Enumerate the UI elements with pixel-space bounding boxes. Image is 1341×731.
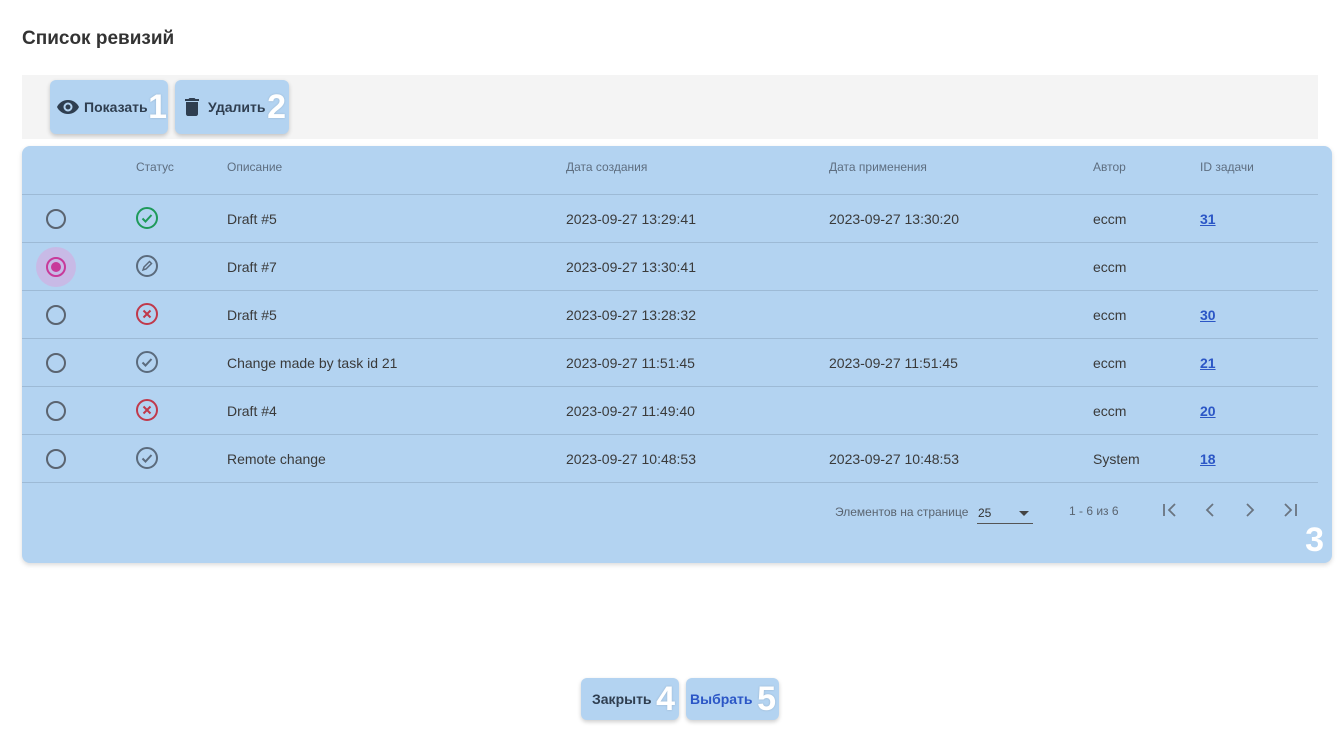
row-select-radio[interactable] <box>46 401 66 421</box>
cell-author: System <box>1093 451 1140 467</box>
page-size-select[interactable]: 25 <box>977 501 1033 524</box>
first-page-button[interactable] <box>1158 498 1182 522</box>
table-row[interactable]: Draft #5 2023-09-27 13:28:32 eccm 30 <box>22 291 1318 339</box>
marker-2: 2 <box>267 88 286 126</box>
table-row[interactable]: Draft #7 2023-09-27 13:30:41 eccm <box>22 243 1318 291</box>
task-id-link[interactable]: 31 <box>1200 211 1216 227</box>
last-page-button[interactable] <box>1278 498 1302 522</box>
column-header-task-id[interactable]: ID задачи <box>1200 160 1254 174</box>
table-row[interactable]: Draft #5 2023-09-27 13:29:41 2023-09-27 13… <box>22 195 1318 243</box>
next-page-button[interactable] <box>1238 498 1262 522</box>
page-range: 1 - 6 из 6 <box>1069 504 1119 518</box>
marker-3: 3 <box>1305 521 1324 559</box>
chevron-left-icon <box>1205 503 1214 517</box>
column-header-description[interactable]: Описание <box>227 160 282 174</box>
cell-description: Draft #5 <box>227 211 277 227</box>
delete-button[interactable]: Удалить 2 <box>175 80 289 134</box>
task-id-link[interactable]: 21 <box>1200 355 1216 371</box>
last-page-icon <box>1284 503 1297 517</box>
check-circle-icon <box>136 447 158 469</box>
task-id-link[interactable]: 20 <box>1200 403 1216 419</box>
cell-applied: 2023-09-27 10:48:53 <box>829 451 959 467</box>
previous-page-button[interactable] <box>1198 498 1222 522</box>
marker-5: 5 <box>757 680 776 718</box>
table-row[interactable]: Change made by task id 21 2023-09-27 11:5… <box>22 339 1318 387</box>
row-select-radio[interactable] <box>46 209 66 229</box>
cell-created: 2023-09-27 13:30:41 <box>566 259 696 275</box>
cell-applied: 2023-09-27 13:30:20 <box>829 211 959 227</box>
row-select-radio[interactable] <box>46 305 66 325</box>
chevron-down-icon <box>1019 511 1029 516</box>
eye-icon <box>56 95 80 119</box>
cell-description: Remote change <box>227 451 326 467</box>
show-button[interactable]: Показать 1 <box>50 80 168 134</box>
row-select-radio[interactable] <box>46 353 66 373</box>
cancel-circle-icon <box>136 303 158 325</box>
items-per-page-label: Элементов на странице <box>835 505 969 519</box>
row-divider <box>22 482 1318 483</box>
marker-4: 4 <box>656 680 675 718</box>
delete-button-label: Удалить <box>208 99 266 115</box>
check-circle-icon <box>136 351 158 373</box>
task-id-link[interactable]: 18 <box>1200 451 1216 467</box>
trash-icon <box>180 95 204 119</box>
cell-created: 2023-09-27 13:29:41 <box>566 211 696 227</box>
select-button[interactable]: Выбрать 5 <box>686 678 779 720</box>
column-header-applied[interactable]: Дата применения <box>829 160 927 174</box>
cell-author: eccm <box>1093 307 1127 323</box>
close-button[interactable]: Закрыть 4 <box>581 678 679 720</box>
select-button-label: Выбрать <box>690 691 753 707</box>
cell-created: 2023-09-27 10:48:53 <box>566 451 696 467</box>
cell-author: eccm <box>1093 259 1127 275</box>
revisions-table: Статус Описание Дата создания Дата приме… <box>22 146 1332 563</box>
cell-applied: 2023-09-27 11:51:45 <box>829 355 958 371</box>
task-id-link[interactable]: 30 <box>1200 307 1216 323</box>
show-button-label: Показать <box>84 99 148 115</box>
cell-author: eccm <box>1093 403 1127 419</box>
cell-created: 2023-09-27 11:51:45 <box>566 355 695 371</box>
cell-description: Change made by task id 21 <box>227 355 398 371</box>
cell-created: 2023-09-27 11:49:40 <box>566 403 695 419</box>
marker-1: 1 <box>148 88 167 126</box>
table-row[interactable]: Draft #4 2023-09-27 11:49:40 eccm 20 <box>22 387 1318 435</box>
paginator: Элементов на странице 25 1 - 6 из 6 <box>22 496 1318 526</box>
cell-created: 2023-09-27 13:28:32 <box>566 307 696 323</box>
column-header-status[interactable]: Статус <box>136 160 174 174</box>
cell-description: Draft #7 <box>227 259 277 275</box>
page-title: Список ревизий <box>22 28 175 49</box>
cancel-circle-icon <box>136 399 158 421</box>
column-header-author[interactable]: Автор <box>1093 160 1126 174</box>
table-row[interactable]: Remote change 2023-09-27 10:48:53 2023-09-… <box>22 435 1318 483</box>
close-button-label: Закрыть <box>592 691 652 707</box>
pencil-circle-icon <box>136 255 158 277</box>
cell-author: eccm <box>1093 211 1127 227</box>
row-select-radio[interactable] <box>46 449 66 469</box>
first-page-icon <box>1163 503 1176 517</box>
chevron-right-icon <box>1246 503 1255 517</box>
column-header-created[interactable]: Дата создания <box>566 160 647 174</box>
check-circle-icon <box>136 207 158 229</box>
row-select-radio[interactable] <box>46 257 66 277</box>
cell-author: eccm <box>1093 355 1127 371</box>
page-size-value: 25 <box>978 506 992 520</box>
cell-description: Draft #5 <box>227 307 277 323</box>
cell-description: Draft #4 <box>227 403 277 419</box>
